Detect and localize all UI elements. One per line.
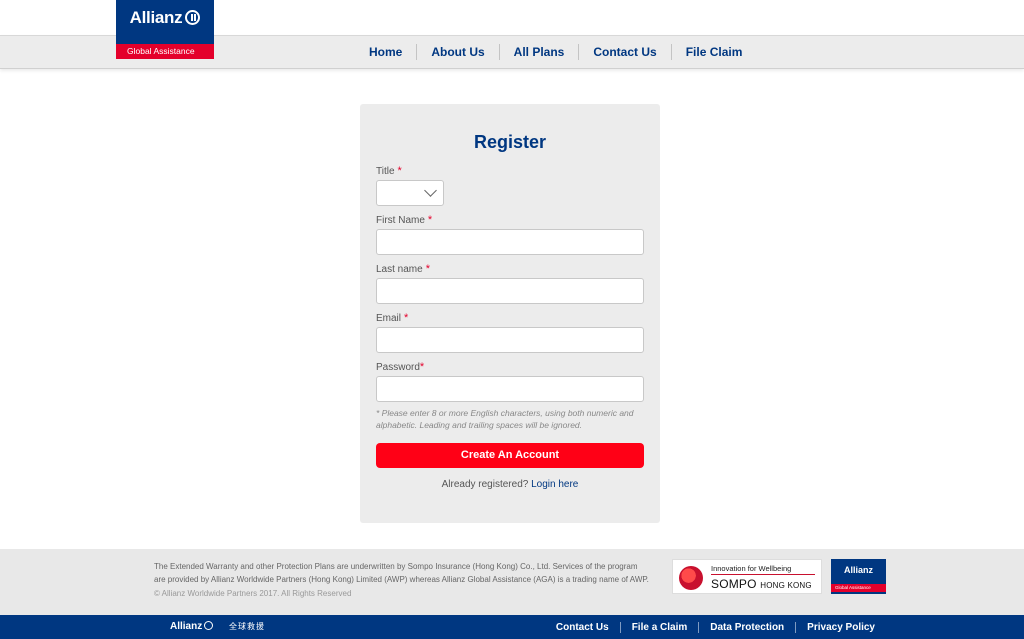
login-link[interactable]: Login here [531,479,578,490]
logo-subtitle: Global Assistance [116,44,214,59]
bottom-link-file-a-claim[interactable]: File a Claim [619,621,699,633]
sompo-logo: Innovation for Wellbeing SOMPO HONG KONG [672,559,822,594]
nav-file-claim[interactable]: File Claim [670,44,757,60]
last-name-label: Last name * [376,263,430,275]
footer-disclaimer: The Extended Warranty and other Protecti… [154,562,649,584]
first-name-input[interactable] [376,229,644,255]
required-mark: * [404,312,409,324]
bottom-brand: Allianz [170,615,214,639]
password-input[interactable] [376,376,644,402]
footer-logo-wordmark: Allianz [843,565,873,575]
footer: The Extended Warranty and other Protecti… [0,549,1024,615]
password-hint: * Please enter 8 or more English charact… [376,408,634,430]
register-card: Register Title * First Name * Last name * E… [360,104,660,523]
required-mark: * [419,361,425,373]
bottom-links: Contact Us File a Claim Data Protection … [545,615,886,639]
chevron-down-icon [424,184,437,197]
register-title: Register [473,132,547,152]
password-label: Password* [376,361,425,373]
sompo-divider [711,574,815,575]
bottom-chinese-name: 全球救援 [229,622,265,631]
nav-home[interactable]: Home [355,44,416,60]
logo-wordmark: Allianz [116,8,214,28]
email-label: Email * [376,312,409,324]
footer-copyright: © Allianz Worldwide Partners 2017. All R… [154,589,352,598]
allianz-emblem-icon [185,10,201,25]
required-mark: * [427,214,433,226]
create-account-button[interactable]: Create An Account [376,443,644,468]
required-mark: * [397,165,402,177]
nav-all-plans[interactable]: All Plans [498,44,579,60]
already-registered-text: Already registered? [441,479,529,490]
nav-contact-us[interactable]: Contact Us [578,44,670,60]
title-select[interactable] [376,180,444,206]
last-name-input[interactable] [376,278,644,304]
required-mark: * [425,263,430,275]
allianz-logo[interactable]: Allianz Global Assistance [116,0,214,59]
footer-logo-subtitle: Global Assistance [831,584,886,592]
sompo-emblem-icon [679,566,703,590]
primary-nav: Home About Us All Plans Contact Us File … [355,35,756,69]
sompo-name: SOMPO HONG KONG [711,577,812,591]
login-prompt: Already registered? Login here [360,479,660,490]
allianz-emblem-icon [204,621,214,630]
footer-allianz-logo: Allianz Global Assistance [831,559,886,594]
bottom-link-privacy-policy[interactable]: Privacy Policy [795,621,886,633]
first-name-label: First Name * [376,214,433,226]
nav-about-us[interactable]: About Us [416,44,498,60]
bottom-bar: Allianz 全球救援 Contact Us File a Claim Dat… [0,615,1024,639]
bottom-link-contact-us[interactable]: Contact Us [545,622,620,633]
bottom-link-data-protection[interactable]: Data Protection [698,621,795,633]
email-input[interactable] [376,327,644,353]
sompo-tagline: Innovation for Wellbeing [711,564,792,573]
title-label: Title * [376,165,402,177]
